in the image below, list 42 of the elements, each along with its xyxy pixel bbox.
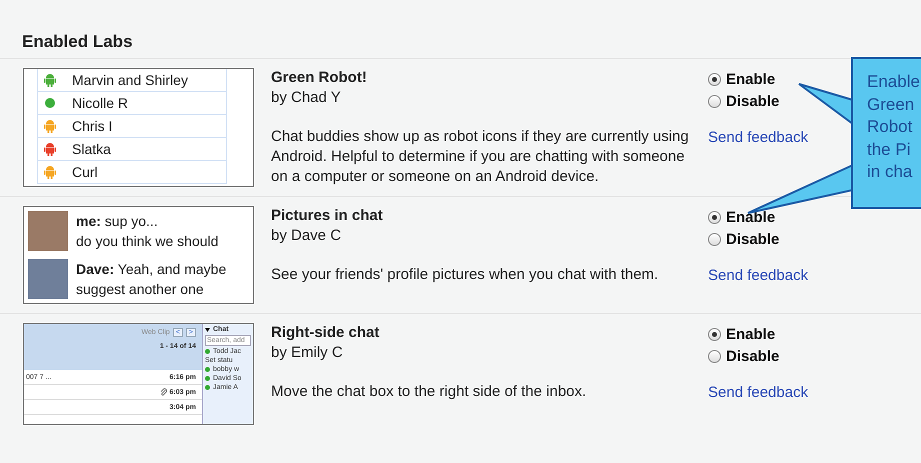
callout-text: the Pi	[867, 138, 912, 160]
radio-button[interactable]	[708, 94, 721, 108]
avatar-placeholder	[28, 259, 68, 299]
callout-text: in cha	[867, 161, 914, 183]
feedback-link[interactable]: Send feedback	[708, 384, 808, 401]
lab-description: See your friends' profile pictures when you chat with them.	[271, 265, 660, 285]
lab-author: by Chad Y	[271, 88, 342, 108]
callout-text: Robot	[867, 116, 914, 138]
chat-message: do you think we should	[76, 232, 218, 251]
lab-author: by Dave C	[271, 226, 342, 246]
radio-button[interactable]	[708, 72, 721, 86]
radio-label[interactable]: Enable	[726, 70, 776, 88]
avatar-placeholder	[28, 211, 68, 251]
radio-label[interactable]: Disable	[726, 92, 780, 110]
radio-button[interactable]	[708, 210, 721, 224]
chat-message: me: sup yo...	[76, 212, 159, 231]
chat-message: suggest another one	[76, 280, 205, 299]
radio-label[interactable]: Enable	[726, 326, 776, 342]
lab-title: Right-side chat	[271, 323, 380, 343]
feedback-link[interactable]: Send feedback	[708, 267, 808, 284]
feedback-link[interactable]: Send feedback	[708, 129, 808, 146]
chat-message: Dave: Yeah, and maybe	[76, 260, 226, 279]
callout-text: Enable	[867, 71, 921, 93]
buddy-name: Slatka	[72, 141, 111, 157]
buddy-name: Nicolle R	[72, 95, 128, 111]
callout-text: Green	[867, 94, 916, 116]
lab-title: Green Robot!	[271, 68, 368, 88]
buddy-name: Marvin and Shirley	[72, 72, 188, 88]
radio-button[interactable]	[708, 232, 721, 246]
radio-button[interactable]	[708, 350, 721, 362]
lab-description: Chat buddies show up as robot icons if they are currently using Android. Helpful to determine if you are chatting with someone on a computer or someone on an Android device.	[271, 127, 690, 187]
lab-author: by Emily C	[271, 343, 344, 363]
section-title: Enabled Labs	[22, 32, 134, 52]
lab-title: Pictures in chat	[271, 206, 384, 226]
radio-button[interactable]	[708, 328, 721, 340]
buddy-name: Curl	[72, 164, 98, 180]
buddy-name: Chris I	[72, 118, 112, 134]
radio-label[interactable]: Disable	[726, 230, 780, 248]
radio-label[interactable]: Enable	[726, 208, 776, 226]
lab-description: Move the chat box to the right side of the inbox.	[271, 382, 588, 402]
collapse-triangle-icon[interactable]	[205, 328, 210, 332]
radio-label[interactable]: Disable	[726, 348, 780, 364]
